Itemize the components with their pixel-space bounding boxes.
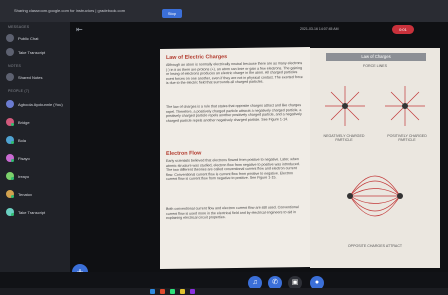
attract-particle-a — [347, 193, 353, 199]
online-dot — [11, 213, 14, 216]
sidebar: MESSAGES Public Chat Take Transcript NOT… — [0, 22, 70, 272]
paragraph: The law of charges is a rule that states… — [166, 103, 302, 123]
online-dot — [11, 141, 14, 144]
sidebar-item-shared-notes[interactable]: Shared Notes — [6, 73, 66, 83]
avatar — [6, 100, 14, 108]
participant-name: Tenatox — [18, 192, 33, 197]
messages-header: MESSAGES — [8, 25, 30, 29]
collapse-icon[interactable]: ⇤ — [76, 25, 83, 34]
participant-item[interactable]: Agboola Ayokunnle (You) — [6, 100, 66, 110]
recording-badge[interactable]: 0:01 — [392, 25, 414, 34]
people-header: PEOPLE (7) — [8, 89, 30, 93]
share-notice: Sharing classroom.google.com for instruc… — [14, 8, 126, 13]
section-heading: Electron Flow — [166, 150, 202, 157]
sidebar-item-label: Public Chat — [18, 36, 39, 41]
attract-label: OPPOSITE CHARGES ATTRACT — [347, 244, 403, 248]
sidebar-item-public-chat[interactable]: Public Chat — [6, 34, 66, 44]
attract-particle-b — [397, 193, 403, 199]
positive-label: POSITIVELY CHARGED PARTICLE — [387, 134, 427, 142]
app-icon[interactable] — [190, 289, 195, 294]
sidebar-item-label: Shared Notes — [18, 75, 43, 80]
participant-item[interactable]: Bridge — [6, 118, 66, 128]
participant-item[interactable]: Take Transcript — [6, 208, 66, 218]
app-icon[interactable] — [170, 289, 175, 294]
participant-item[interactable]: Tenatox — [6, 190, 66, 200]
figure-title: Law of Charges — [326, 53, 426, 61]
attract-field-lines — [349, 175, 401, 217]
screen-share-bar: Sharing classroom.google.com for instruc… — [0, 0, 448, 22]
charge-diagram — [325, 86, 425, 217]
positive-particle — [402, 103, 408, 109]
notes-header: NOTES — [8, 64, 22, 68]
participant-name: Agboola Ayokunnle (You) — [18, 102, 63, 107]
negative-particle — [342, 103, 348, 109]
participant-name: Fisayo — [18, 156, 30, 161]
participant-item[interactable]: Fisayo — [6, 154, 66, 164]
online-dot — [11, 195, 14, 198]
law-of-charges-figure: Law of Charges FORCE LINES NEGATIVELY CH… — [310, 48, 440, 268]
online-dot — [11, 123, 14, 126]
meeting-window: Sharing classroom.google.com for instruc… — [0, 0, 448, 295]
paragraph: Early scientists believed that electrons… — [166, 157, 300, 182]
presentation-area: ⇤ 2021-03-16 14:07:45 AM 0:01 Law of Ele… — [70, 22, 448, 272]
transcript-icon — [6, 48, 14, 56]
participant-name: Bola — [18, 138, 27, 143]
notes-icon — [6, 73, 14, 81]
stop-sharing-button[interactable]: Stop — [162, 9, 182, 18]
paragraph: Both conventional current flow and elect… — [166, 205, 299, 221]
participant-name: Take Transcript — [18, 210, 46, 215]
app-icon[interactable] — [180, 289, 185, 294]
sidebar-item-label: Take Transcript — [18, 50, 46, 55]
participant-item[interactable]: Ireayo — [6, 172, 66, 182]
online-dot — [11, 177, 14, 180]
sidebar-item-transcript[interactable]: Take Transcript — [6, 48, 66, 58]
app-icon[interactable] — [150, 289, 155, 294]
negative-label: NEGATIVELY CHARGED PARTICLE — [323, 134, 365, 142]
app-icon[interactable] — [160, 289, 165, 294]
document-page: Law of Electric Charges Although an atom… — [160, 46, 310, 270]
paragraph: Although an atom is normally electricall… — [166, 61, 303, 86]
participant-name: Ireayo — [18, 174, 30, 179]
participant-name: Bridge — [18, 120, 30, 125]
session-timestamp: 2021-03-16 14:07:45 AM — [300, 27, 339, 31]
os-taskbar — [0, 288, 448, 295]
section-heading: Law of Electric Charges — [166, 54, 228, 61]
online-dot — [11, 159, 14, 162]
chat-icon — [6, 34, 14, 42]
participant-item[interactable]: Bola — [6, 136, 66, 146]
